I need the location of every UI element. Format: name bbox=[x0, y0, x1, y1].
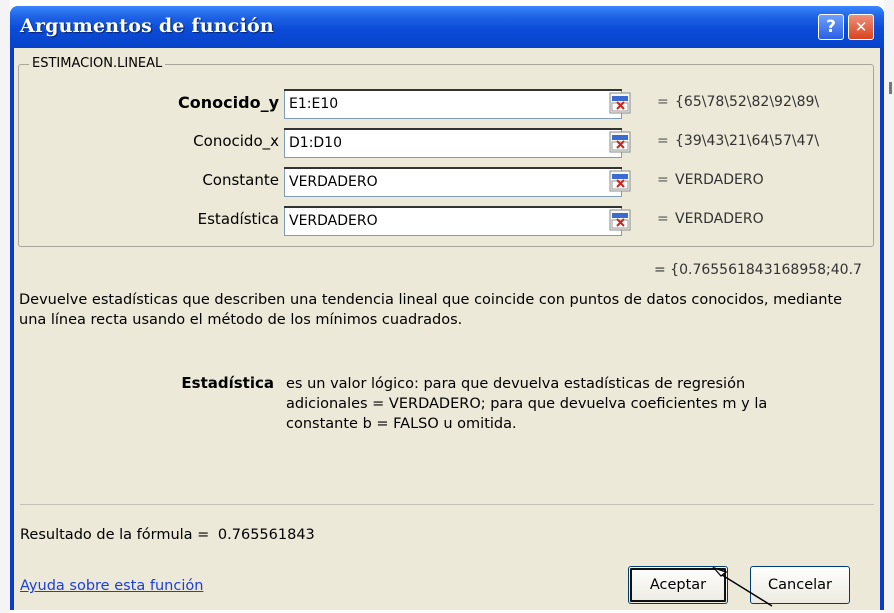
formula-result-label: Resultado de la fórmula = bbox=[20, 527, 210, 543]
title-bar[interactable]: Argumentos de función ? ✕ bbox=[10, 6, 884, 48]
equals-sign: = bbox=[657, 94, 669, 110]
estadistica-input[interactable]: VERDADERO bbox=[284, 206, 622, 236]
dialog-title: Argumentos de función bbox=[20, 15, 274, 37]
selected-parameter-description: es un valor lógico: para que devuelva es… bbox=[286, 376, 768, 432]
collapse-dialog-icon[interactable] bbox=[609, 170, 631, 192]
background-window-edge-right bbox=[884, 0, 894, 613]
mouse-pointer-icon bbox=[712, 566, 773, 607]
help-link[interactable]: Ayuda sobre esta función bbox=[20, 578, 203, 594]
formula-result: Resultado de la fórmula = 0.765561843 bbox=[20, 527, 315, 543]
divider bbox=[20, 504, 874, 505]
argument-evaluated-value: VERDADERO bbox=[675, 172, 764, 188]
argument-label: Conocido_y bbox=[178, 93, 279, 112]
function-arguments-dialog: Argumentos de función ? ✕ ESTIMACION.LIN… bbox=[10, 6, 884, 610]
function-group-box: ESTIMACION.LINEAL Conocido_y E1:E10 = {6… bbox=[18, 56, 874, 247]
equals-sign: = bbox=[657, 133, 669, 149]
argument-label: Estadística bbox=[197, 210, 279, 228]
collapse-dialog-icon[interactable] bbox=[609, 131, 631, 153]
help-button[interactable]: ? bbox=[818, 14, 844, 40]
background-window-edge-left bbox=[0, 0, 10, 613]
conocido-x-input[interactable]: D1:D10 bbox=[284, 128, 622, 158]
close-button[interactable]: ✕ bbox=[848, 14, 874, 40]
collapse-dialog-icon[interactable] bbox=[609, 209, 631, 231]
background-scroll-marker bbox=[889, 82, 892, 94]
argument-label: Constante bbox=[202, 171, 279, 189]
dialog-body: ESTIMACION.LINEAL Conocido_y E1:E10 = {6… bbox=[14, 48, 880, 610]
argument-label: Conocido_x bbox=[193, 132, 279, 150]
argument-evaluated-value: VERDADERO bbox=[675, 211, 764, 227]
equals-sign: = bbox=[657, 211, 669, 227]
argument-evaluated-value: {39\43\21\64\57\47\ bbox=[675, 133, 820, 149]
conocido-y-input[interactable]: E1:E10 bbox=[284, 89, 622, 119]
formula-result-value: 0.765561843 bbox=[217, 527, 315, 543]
equals-sign: = bbox=[657, 172, 669, 188]
help-icon: ? bbox=[826, 17, 836, 37]
close-icon: ✕ bbox=[854, 18, 868, 36]
function-description: Devuelve estadísticas que describen una … bbox=[19, 292, 843, 328]
function-name: ESTIMACION.LINEAL bbox=[29, 56, 166, 71]
argument-evaluated-value: {65\78\52\82\92\89\ bbox=[675, 94, 820, 110]
selected-parameter-name: Estadística bbox=[181, 374, 274, 392]
overall-result-preview: = {0.765561843168958;40.7 bbox=[654, 262, 862, 278]
collapse-dialog-icon[interactable] bbox=[609, 92, 631, 114]
constante-input[interactable]: VERDADERO bbox=[284, 167, 622, 197]
